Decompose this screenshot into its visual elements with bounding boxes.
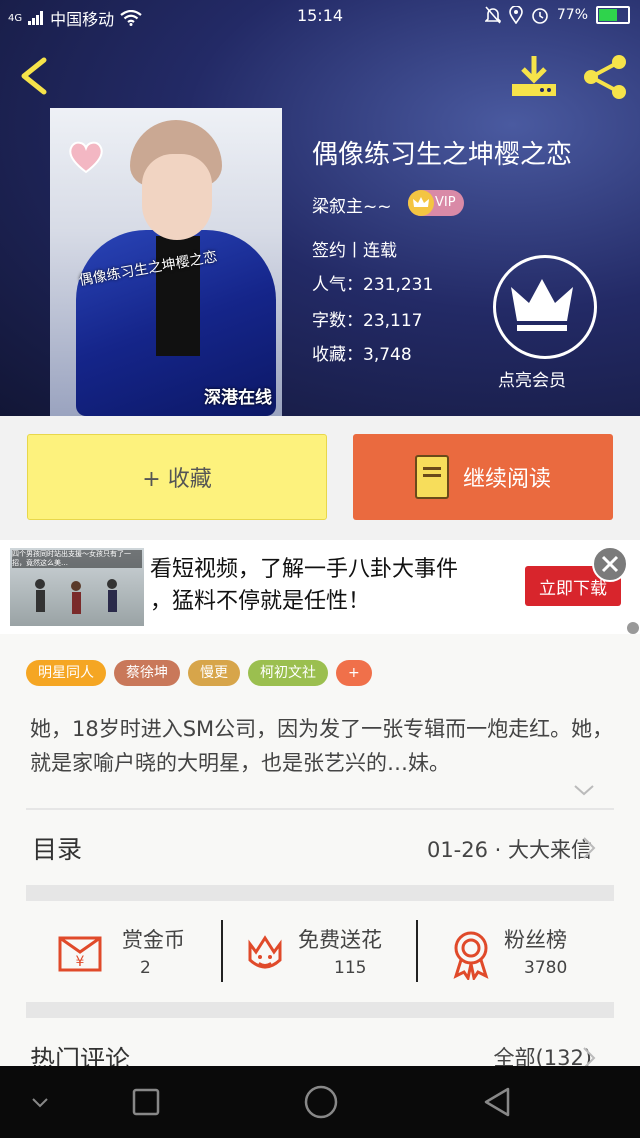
tag-list: 明星同人 蔡徐坤 慢更 柯初文社 + <box>26 660 372 686</box>
red-envelope-icon: ¥ <box>58 936 102 972</box>
stat-separator <box>416 920 418 982</box>
vip-crown-icon <box>408 190 434 216</box>
tag-item[interactable]: 明星同人 <box>26 660 106 686</box>
sign-status: 签约丨连载 <box>312 241 397 261</box>
chevron-right-icon[interactable] <box>582 836 596 860</box>
status-bar: 4G 中国移动 15:14 77% <box>0 0 640 33</box>
location-icon <box>509 6 523 24</box>
section-divider <box>26 885 614 901</box>
medal-icon <box>453 931 489 980</box>
toc-label[interactable]: 目录 <box>32 830 82 866</box>
mute-icon <box>484 6 501 24</box>
book-icon <box>414 455 449 499</box>
ad-line-1: 看短视频，了解一手八卦大事件 <box>150 557 459 582</box>
ad-line-2: ，猛料不停就是任性！ <box>150 589 371 614</box>
back-icon[interactable] <box>14 52 54 100</box>
free-flower-stat[interactable]: 免费送花 115 <box>242 920 426 986</box>
expand-chevron-icon[interactable] <box>573 782 595 798</box>
reward-coins-label: 赏金币 <box>122 928 185 952</box>
word-count: 字数：23,117 <box>312 311 423 331</box>
battery-percent: 77% <box>556 7 588 23</box>
continue-reading-label: 继续阅读 <box>462 467 551 492</box>
reward-coins-value: 2 <box>140 958 151 978</box>
add-favorite-label: + 收藏 <box>142 467 212 492</box>
cover-brand: 深港在线 <box>204 388 272 408</box>
book-header: 4G 中国移动 15:14 77% 偶像练习生之坤樱之恋 深港在线 偶像练习生之… <box>0 0 640 416</box>
share-icon[interactable] <box>580 52 630 102</box>
member-button[interactable] <box>493 255 597 359</box>
fan-rank-stat[interactable]: 粉丝榜 3780 <box>448 920 632 986</box>
free-flower-value: 115 <box>334 958 367 978</box>
add-favorite-button[interactable]: + 收藏 <box>27 434 327 520</box>
divider <box>26 808 614 810</box>
fan-rank-label: 粉丝榜 <box>504 928 567 952</box>
tag-item[interactable]: 慢更 <box>188 660 240 686</box>
vip-badge: VIP <box>408 190 464 216</box>
continue-reading-button[interactable]: 继续阅读 <box>353 434 613 520</box>
popularity: 人气：231,231 <box>312 275 434 295</box>
ad-info-icon[interactable] <box>627 622 639 634</box>
hide-keyboard-icon[interactable] <box>30 1096 50 1110</box>
system-nav-bar <box>0 1066 640 1138</box>
ad-text: 看短视频，了解一手八卦大事件 ，猛料不停就是任性！ <box>150 554 458 618</box>
download-icon[interactable] <box>508 52 560 100</box>
back-nav-icon[interactable] <box>482 1086 512 1118</box>
book-title: 偶像练习生之坤樱之恋 <box>312 140 573 170</box>
toc-latest-chapter[interactable]: 01-26 · 大大来信 <box>427 834 592 864</box>
ad-close-icon[interactable] <box>592 546 628 582</box>
book-description[interactable]: 她，18岁时进入SM公司，因为发了一张专辑而一炮走红。她，就是家喻户晓的大明星，… <box>30 712 620 780</box>
recent-apps-icon[interactable] <box>132 1088 160 1116</box>
member-label[interactable]: 点亮会员 <box>498 366 566 391</box>
flower-icon <box>248 935 282 969</box>
vip-label: VIP <box>435 195 456 210</box>
fan-rank-value: 3780 <box>524 958 568 978</box>
add-tag-button[interactable]: + <box>336 660 372 686</box>
heart-sticker-icon <box>69 141 103 174</box>
author-name[interactable]: 梁叙主~~ <box>312 192 392 217</box>
book-cover[interactable]: 偶像练习生之坤樱之恋 深港在线 <box>50 108 282 416</box>
alarm-icon <box>532 8 548 24</box>
stat-separator <box>221 920 223 982</box>
section-divider <box>26 1002 614 1018</box>
ad-banner[interactable]: 四个男孩同时站出支援～女孩只有了一招，竟然这么美… 看短视频，了解一手八卦大事件… <box>0 540 640 634</box>
ad-thumbnail: 四个男孩同时站出支援～女孩只有了一招，竟然这么美… <box>10 548 144 626</box>
tag-item[interactable]: 柯初文社 <box>248 660 328 686</box>
tag-item[interactable]: 蔡徐坤 <box>114 660 180 686</box>
reward-coins-stat[interactable]: ¥ 赏金币 2 <box>56 920 240 986</box>
home-icon[interactable] <box>304 1085 338 1119</box>
battery-icon <box>596 6 630 24</box>
crown-icon <box>511 279 573 331</box>
free-flower-label: 免费送花 <box>298 928 382 952</box>
svg-text:¥: ¥ <box>76 954 85 970</box>
favorites-count: 收藏：3,748 <box>312 345 412 365</box>
